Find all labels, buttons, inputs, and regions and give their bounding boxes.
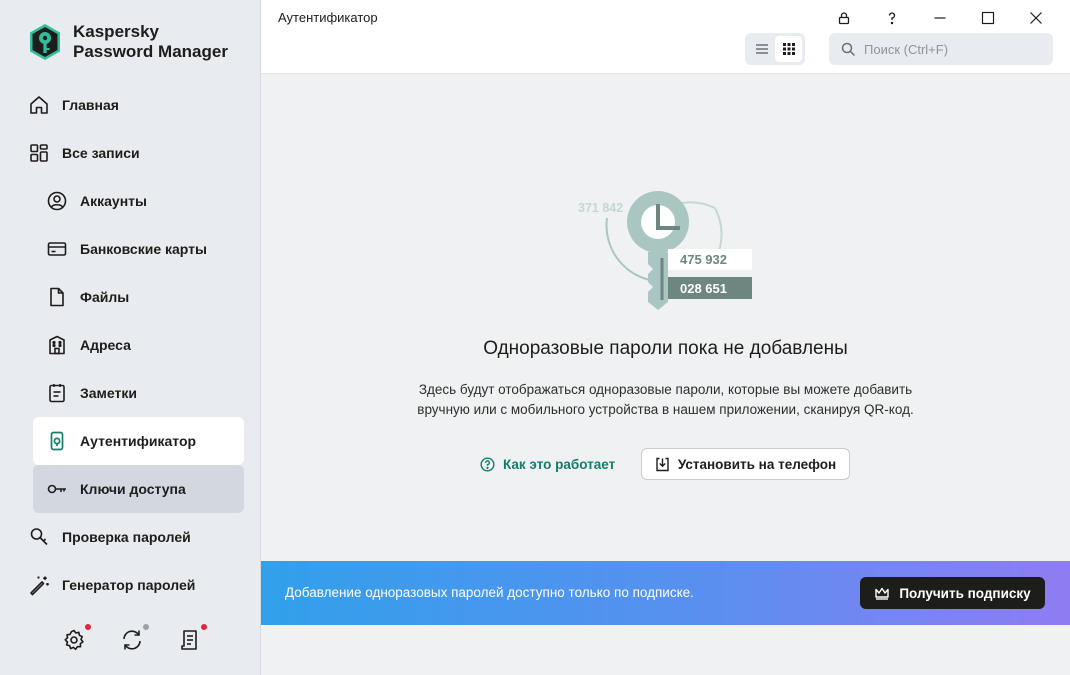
report-icon bbox=[181, 630, 197, 650]
empty-state-heading: Одноразовые пароли пока не добавлены bbox=[483, 338, 848, 359]
help-circle-icon bbox=[480, 456, 495, 472]
list-view-button[interactable] bbox=[748, 36, 775, 62]
get-subscription-button[interactable]: Получить подписку bbox=[860, 577, 1045, 609]
sidebar-item-files[interactable]: Файлы bbox=[33, 273, 244, 321]
otp-code-faded: 371 842 bbox=[578, 201, 623, 215]
maximize-button[interactable] bbox=[964, 6, 1012, 30]
search-input[interactable] bbox=[864, 41, 1044, 57]
grid-view-button[interactable] bbox=[775, 36, 802, 62]
authenticator-icon bbox=[46, 430, 68, 452]
main-content: 371 842 475 932 028 651 Одноразовые паро… bbox=[261, 74, 1070, 561]
lock-button[interactable] bbox=[820, 6, 868, 30]
search-icon bbox=[841, 42, 856, 56]
title-bar: Аутентификатор bbox=[261, 0, 1070, 74]
sidebar-item-addresses[interactable]: Адреса bbox=[33, 321, 244, 369]
sidebar-item-label: Аутентификатор bbox=[80, 433, 197, 449]
sidebar-item-authenticator[interactable]: Аутентификатор bbox=[33, 417, 244, 465]
crown-icon bbox=[875, 587, 890, 600]
kaspersky-logo-icon bbox=[30, 24, 60, 60]
brand-line1: Kaspersky bbox=[73, 22, 160, 41]
magic-wand-icon bbox=[28, 574, 50, 596]
help-button[interactable] bbox=[868, 6, 916, 30]
card-icon bbox=[46, 238, 68, 260]
sidebar-item-label: Проверка паролей bbox=[62, 529, 191, 545]
lock-icon bbox=[838, 12, 850, 25]
grid-icon bbox=[782, 43, 795, 55]
sync-icon bbox=[123, 630, 141, 650]
question-icon bbox=[888, 12, 896, 25]
key-icon bbox=[46, 478, 68, 500]
sidebar-item-bank-cards[interactable]: Банковские карты bbox=[33, 225, 244, 273]
sidebar-item-passkeys[interactable]: Ключи доступа bbox=[33, 465, 244, 513]
settings-icon bbox=[64, 629, 84, 651]
sidebar-item-all-records[interactable]: Все записи bbox=[28, 129, 244, 177]
subscription-banner: Добавление одноразовых паролей доступно … bbox=[261, 561, 1070, 625]
sidebar-bottom-actions bbox=[62, 624, 207, 652]
empty-state-actions: Как это работает Установить на телефон bbox=[261, 448, 1070, 480]
empty-state-description: Здесь будут отображаться одноразовые пар… bbox=[417, 382, 914, 417]
sidebar-item-password-generator[interactable]: Генератор паролей bbox=[28, 561, 244, 609]
sidebar-item-password-check[interactable]: Проверка паролей bbox=[28, 513, 244, 561]
subscription-button-label: Получить подписку bbox=[899, 585, 1031, 601]
maximize-icon bbox=[981, 11, 995, 25]
how-it-works-link[interactable]: Как это работает bbox=[480, 448, 615, 480]
otp-code-light: 475 932 bbox=[680, 252, 727, 267]
view-mode-toggle bbox=[745, 33, 805, 65]
download-icon bbox=[656, 457, 669, 471]
sidebar-item-label: Адреса bbox=[80, 337, 131, 353]
sidebar-item-label: Аккаунты bbox=[80, 193, 147, 209]
notes-icon bbox=[46, 382, 68, 404]
file-icon bbox=[46, 286, 68, 308]
install-button-label: Установить на телефон bbox=[677, 456, 837, 472]
brand-line2: Password Manager bbox=[73, 42, 228, 61]
window-title: Аутентификатор bbox=[278, 10, 378, 25]
sync-button[interactable] bbox=[120, 624, 149, 652]
sidebar-item-label: Генератор паролей bbox=[62, 577, 196, 593]
sidebar-item-label: Банковские карты bbox=[80, 241, 207, 257]
minimize-icon bbox=[934, 17, 946, 19]
sidebar-item-label: Ключи доступа bbox=[80, 481, 186, 497]
authenticator-illustration: 371 842 475 932 028 651 bbox=[578, 191, 752, 310]
home-icon bbox=[28, 94, 50, 116]
sidebar-item-notes[interactable]: Заметки bbox=[33, 369, 244, 417]
list-icon bbox=[755, 44, 768, 54]
brand-name: Kaspersky Password Manager bbox=[73, 22, 228, 62]
search-box bbox=[829, 33, 1053, 65]
sidebar-item-label: Заметки bbox=[80, 385, 137, 401]
sidebar: Kaspersky Password Manager Главная Все з… bbox=[0, 0, 261, 675]
content-footer bbox=[261, 625, 1070, 675]
brand: Kaspersky Password Manager bbox=[28, 22, 228, 62]
window-controls bbox=[820, 6, 1060, 30]
sidebar-item-label: Файлы bbox=[80, 289, 130, 305]
report-button[interactable] bbox=[178, 624, 207, 652]
banner-text: Добавление одноразовых паролей доступно … bbox=[285, 585, 694, 600]
sidebar-item-label: Все записи bbox=[62, 145, 140, 161]
sidebar-item-label: Главная bbox=[62, 97, 119, 113]
notification-dot bbox=[85, 624, 91, 630]
close-button[interactable] bbox=[1012, 6, 1060, 30]
settings-button[interactable] bbox=[62, 624, 91, 652]
sidebar-item-home[interactable]: Главная bbox=[28, 81, 244, 129]
close-icon bbox=[1030, 12, 1042, 24]
install-on-phone-button[interactable]: Установить на телефон bbox=[641, 448, 850, 480]
status-dot bbox=[143, 624, 149, 630]
grid-icon bbox=[28, 142, 50, 164]
building-icon bbox=[46, 334, 68, 356]
minimize-button[interactable] bbox=[916, 6, 964, 30]
sidebar-item-accounts[interactable]: Аккаунты bbox=[33, 177, 244, 225]
otp-code-dark: 028 651 bbox=[680, 281, 727, 296]
how-it-works-label: Как это работает bbox=[503, 456, 616, 472]
user-icon bbox=[46, 190, 68, 212]
magnifier-icon bbox=[28, 526, 50, 548]
notification-dot bbox=[201, 624, 207, 630]
